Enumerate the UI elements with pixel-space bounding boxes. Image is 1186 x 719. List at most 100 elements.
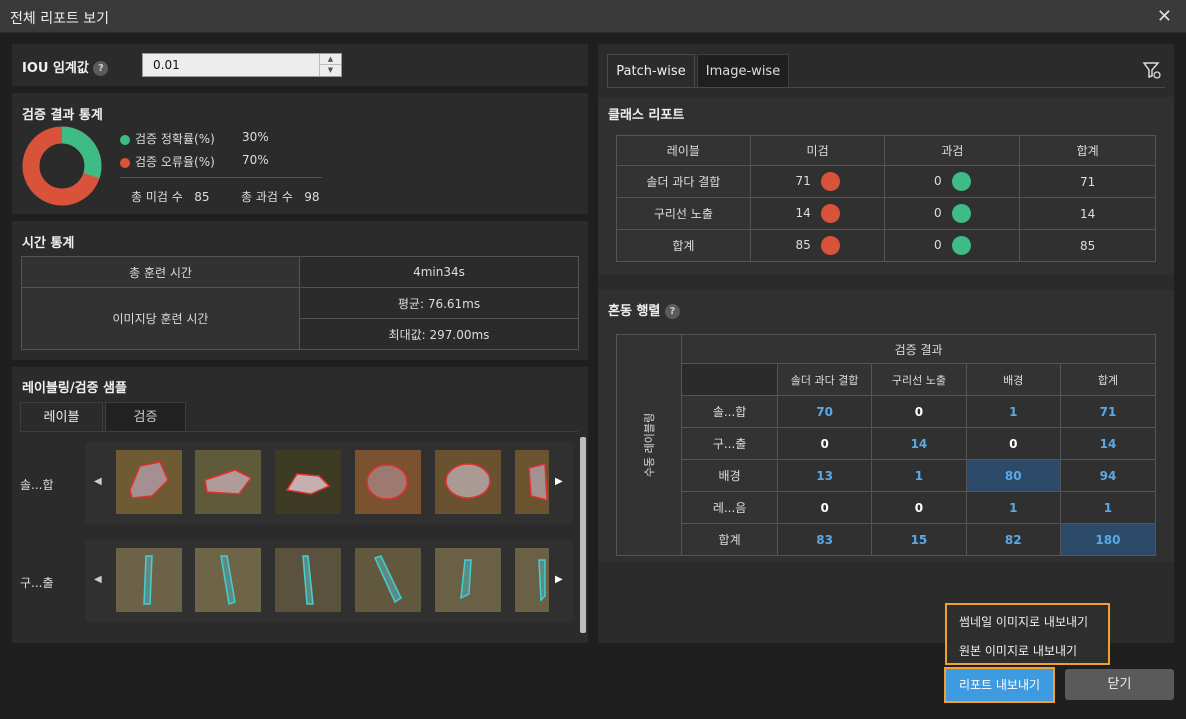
class-report-section: 클래스 리포트 레이블 미검 과검 합계 솔더 과다 결합 71 0 71 구리… [598, 97, 1174, 275]
matrix-cell: 70 [776, 395, 873, 428]
arrow-right-icon[interactable]: ▶ [555, 574, 563, 585]
spin-up-icon[interactable]: ▲ [320, 54, 341, 65]
tab-label[interactable]: 레이블 [20, 402, 103, 432]
over-cell: 0 [884, 165, 1021, 198]
header-miss: 미검 [749, 135, 886, 166]
matrix-cell: 0 [776, 491, 873, 524]
matrix-cell: 94 [1059, 459, 1157, 492]
max-time-value: 최대값: 297.00ms [299, 318, 579, 350]
total-over: 총 과검 수 98 [241, 190, 320, 204]
sample-thumbnail[interactable] [435, 548, 501, 612]
export-report-button[interactable]: 리포트 내보내기 [944, 667, 1055, 703]
help-icon[interactable]: ? [93, 61, 109, 76]
error-legend: 검증 오류율(%) [120, 153, 215, 170]
col-header: 솔더 과다 결합 [776, 363, 873, 396]
confusion-title: 혼동 행렬 ? [608, 300, 680, 319]
matrix-cell-highlight: 180 [1059, 523, 1157, 556]
matrix-cell: 1 [965, 395, 1061, 428]
row-label: 솔더 과다 결합 [616, 165, 751, 198]
matrix-cell: 83 [776, 523, 873, 556]
export-thumbnail-item[interactable]: 썸네일 이미지로 내보내기 [959, 613, 1088, 630]
tabs-divider [20, 431, 578, 432]
sample-thumbnail[interactable] [355, 450, 421, 514]
side-header-cell: 수동 레이블링 [615, 334, 683, 556]
export-original-item[interactable]: 원본 이미지로 내보내기 [959, 642, 1077, 659]
total-cell: 14 [1019, 197, 1156, 230]
sample-thumbnail[interactable] [116, 548, 182, 612]
row-header: 구...출 [681, 427, 778, 460]
class-report-title: 클래스 리포트 [608, 108, 685, 123]
samples-scrollbar[interactable] [580, 437, 586, 633]
tab-verify[interactable]: 검증 [105, 402, 186, 432]
sample-row-1: ◀ ▶ [85, 442, 573, 524]
sample-thumbnail[interactable] [435, 450, 501, 514]
top-header: 검증 결과 [681, 334, 1156, 364]
header-label: 레이블 [616, 135, 751, 166]
over-dot [951, 236, 971, 255]
arrow-right-icon[interactable]: ▶ [555, 476, 563, 487]
title-bar: 전체 리포트 보기 ✕ [0, 0, 1186, 33]
per-image-time-label: 이미지당 훈련 시간 [21, 287, 300, 350]
arrow-left-icon[interactable]: ◀ [94, 476, 102, 487]
total-time-label: 총 훈련 시간 [21, 256, 300, 288]
miss-cell: 71 [749, 165, 886, 198]
total-cell: 85 [1019, 229, 1156, 262]
sample-thumbnail[interactable] [355, 548, 421, 612]
total-cell: 71 [1019, 165, 1156, 198]
arrow-left-icon[interactable]: ◀ [94, 574, 102, 585]
matrix-cell: 1 [871, 459, 967, 492]
matrix-cell: 0 [965, 427, 1061, 460]
window-title: 전체 리포트 보기 [10, 11, 110, 27]
row-header: 합계 [681, 523, 778, 556]
row-header: 레...음 [681, 491, 778, 524]
sample-thumbnail[interactable] [195, 450, 261, 514]
close-button[interactable]: 닫기 [1065, 669, 1174, 700]
error-dot [120, 157, 130, 168]
tab-patch-wise[interactable]: Patch-wise [607, 54, 695, 88]
iou-panel: IOU 임계값 ? 0.01 ▲ ▼ [12, 44, 588, 86]
filter-icon[interactable] [1142, 60, 1162, 83]
side-header: 수동 레이블링 [643, 412, 657, 478]
matrix-cell: 14 [1059, 427, 1157, 460]
matrix-cell: 71 [1059, 395, 1157, 428]
close-icon[interactable]: ✕ [1157, 6, 1172, 27]
sample-thumbnail[interactable] [275, 548, 341, 612]
matrix-cell: 1 [1059, 491, 1157, 524]
sample-thumbnail[interactable] [515, 548, 549, 612]
sample-row-2: ◀ ▶ [85, 540, 573, 622]
time-table: 총 훈련 시간 4min34s 이미지당 훈련 시간 평균: 76.61ms 최… [21, 256, 579, 350]
time-title: 시간 통계 [22, 236, 75, 251]
export-menu: 썸네일 이미지로 내보내기 원본 이미지로 내보내기 [945, 603, 1110, 665]
over-cell: 0 [884, 229, 1021, 262]
matrix-cell: 0 [776, 427, 873, 460]
stats-title: 검증 결과 통계 [22, 108, 103, 123]
error-value: 70% [242, 153, 269, 167]
header-over: 과검 [884, 135, 1021, 166]
sample-thumbnail[interactable] [116, 450, 182, 514]
tab-image-wise[interactable]: Image-wise [697, 54, 789, 88]
time-stats-panel: 시간 통계 총 훈련 시간 4min34s 이미지당 훈련 시간 평균: 76.… [12, 221, 588, 360]
spin-down-icon[interactable]: ▼ [320, 65, 341, 76]
stats-divider [120, 177, 322, 178]
total-time-value: 4min34s [299, 256, 579, 288]
col-header: 구리선 노출 [871, 363, 967, 396]
help-icon[interactable]: ? [664, 304, 680, 319]
iou-spinner[interactable]: ▲ ▼ [319, 54, 341, 76]
over-dot [951, 172, 971, 191]
over-dot [951, 204, 971, 223]
matrix-cell: 1 [965, 491, 1061, 524]
class-report-table: 레이블 미검 과검 합계 솔더 과다 결합 71 0 71 구리선 노출 14 … [616, 135, 1156, 262]
row-header: 배경 [681, 459, 778, 492]
confusion-matrix: 수동 레이블링 검증 결과 솔더 과다 결합 구리선 노출 배경 합계 솔...… [615, 334, 1157, 556]
report-panel: Patch-wise Image-wise 클래스 리포트 레이블 미검 과검 … [598, 44, 1174, 643]
matrix-cell: 0 [871, 491, 967, 524]
accuracy-legend: 검증 정확률(%) [120, 130, 215, 147]
miss-cell: 85 [749, 229, 886, 262]
sample-thumbnail[interactable] [195, 548, 261, 612]
matrix-cell: 13 [776, 459, 873, 492]
sample-thumbnail[interactable] [515, 450, 549, 514]
samples-title: 레이블링/검증 샘플 [22, 381, 127, 396]
sample-thumbnail[interactable] [275, 450, 341, 514]
iou-threshold-input[interactable]: 0.01 ▲ ▼ [142, 53, 342, 77]
validation-stats-panel: 검증 결과 통계 검증 정확률(%) 30% 검증 오류율(%) 70% 총 미… [12, 93, 588, 214]
